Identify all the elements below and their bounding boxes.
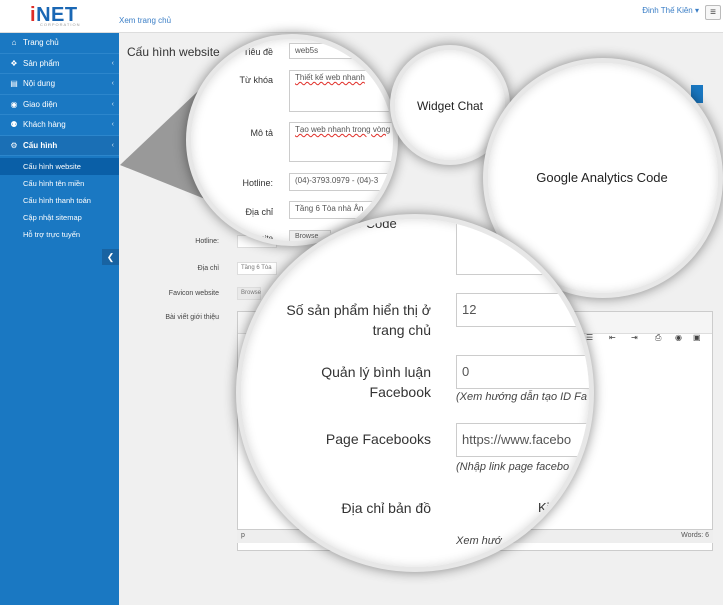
products-count-input[interactable]: 12 (456, 293, 589, 327)
sidebar-collapse: ❮ (0, 249, 119, 265)
list-icon[interactable]: ☰ (586, 333, 596, 342)
sidebar: ⌂ Trang chủ ❖ Sản phẩm ‹ ▤ Nội dung ‹ ◉ … (0, 33, 119, 605)
sidebar-item-customers[interactable]: ⚉ Khách hàng ‹ (0, 115, 119, 136)
sidebar-item-theme[interactable]: ◉ Giao diện ‹ (0, 95, 119, 115)
chevron-left-icon: ‹ (111, 59, 114, 67)
top-header: iNET CORPORATION Xem trang chủ Đinh Thế … (0, 0, 723, 33)
view-site-link[interactable]: Xem trang chủ (119, 16, 171, 25)
sidebar-item-label: Khách hàng (23, 120, 66, 130)
address-label: Địa chỉ (197, 265, 219, 272)
title-input[interactable]: web5s (289, 43, 393, 59)
home-icon: ⌂ (11, 38, 17, 48)
analytics-label-partial: ytics Code (336, 216, 397, 231)
sidebar-item-label: Sản phẩm (23, 58, 60, 68)
magnifier-main-settings: ytics Code Số sản phẩm hiển thị ở trang … (236, 214, 594, 572)
map-address-label: Địa chỉ bản đồ (341, 500, 431, 516)
gear-icon: ⚙ (10, 140, 18, 150)
logo-subtitle: CORPORATION (40, 22, 81, 27)
hamburger-menu-icon[interactable]: ≡ (705, 5, 721, 20)
products-count-label: Số sản phẩm hiển thị ở trang chủ (286, 302, 431, 338)
magnifier-form-fields: Tiêu đề web5s Từ khóa Thiết kế web nhanh… (186, 34, 398, 246)
fb-page-label: Page Facebooks (325, 431, 431, 447)
description-value: Tạo web nhanh trong vòng (295, 125, 391, 134)
sidebar-item-products[interactable]: ❖ Sản phẩm ‹ (0, 54, 119, 74)
users-icon: ⚉ (10, 120, 18, 130)
word-count: Words: 6 (681, 532, 709, 539)
submenu-online-support[interactable]: Hỗ trợ trực tuyến (0, 226, 119, 243)
submenu-domain-config[interactable]: Cấu hình tên miền (0, 175, 119, 192)
map-hint[interactable]: Xem hướ (456, 535, 501, 547)
sidebar-item-label: Trang chủ (23, 38, 59, 48)
address-input[interactable]: Tầng 6 Tòa (237, 262, 277, 275)
analytics-textarea[interactable] (456, 221, 589, 275)
fb-comments-hint[interactable]: (Xem hướng dẫn tạo ID Fa (456, 391, 587, 403)
sidebar-item-label: Cấu hình (23, 140, 58, 150)
user-menu[interactable]: Đinh Thế Kiên ▾ (642, 6, 699, 15)
sidebar-item-label: Giao diện (23, 99, 58, 109)
fb-comments-input[interactable]: 0 (456, 355, 589, 389)
fb-page-hint: (Nhập link page facebo (456, 461, 570, 473)
sidebar-item-label: Nội dung (23, 79, 56, 89)
address-label: Địa chỉ (245, 207, 273, 217)
cubes-icon: ❖ (10, 58, 18, 68)
submenu-payment-config[interactable]: Cấu hình thanh toán (0, 192, 119, 209)
keywords-value: Thiết kế web nhanh (295, 73, 365, 82)
chevron-left-icon: ‹ (111, 80, 114, 87)
sidebar-item-home[interactable]: ⌂ Trang chủ (0, 33, 119, 54)
editor-path: p (241, 532, 245, 539)
print-icon[interactable]: ⎙ (655, 333, 665, 342)
hotline-input[interactable]: (04)-3793.0979 - (04)-3 (289, 173, 393, 191)
preview-icon[interactable]: ◉ (675, 333, 685, 342)
media-icon[interactable]: ▣ (693, 333, 703, 342)
description-textarea[interactable]: Tạo web nhanh trong vòng (289, 122, 393, 162)
chevron-left-icon: ‹ (111, 100, 114, 108)
favicon-browse-button[interactable]: Browse (237, 287, 261, 300)
outdent-icon[interactable]: ⇤ (609, 333, 619, 342)
intro-label: Bài viết giới thiệu (165, 314, 219, 321)
chevron-left-icon: ‹ (111, 121, 114, 128)
fb-comments-label: Quản lý bình luận Facebook (321, 364, 431, 400)
chevron-down-icon: ‹ (111, 141, 114, 149)
hotline-label: Hotline: (242, 178, 273, 188)
description-label: Mô tả (250, 128, 273, 138)
indent-icon[interactable]: ⇥ (631, 333, 641, 342)
keywords-label: Từ khóa (239, 75, 273, 85)
fb-page-input[interactable]: https://www.facebo (456, 423, 589, 457)
submenu-sitemap[interactable]: Cập nhật sitemap (0, 209, 119, 226)
submenu-website-config[interactable]: Cấu hình website (0, 158, 119, 175)
title-label: Tiêu đề (243, 47, 273, 57)
sidebar-item-content[interactable]: ▤ Nội dung ‹ (0, 74, 119, 95)
sidebar-item-settings[interactable]: ⚙ Cấu hình ‹ (0, 135, 119, 156)
analytics-label: Google Analytics Code (536, 170, 668, 185)
eye-icon: ◉ (10, 99, 18, 109)
map-address-value: Ki (538, 500, 550, 515)
collapse-sidebar-icon[interactable]: ❮ (102, 249, 119, 265)
document-icon: ▤ (10, 79, 18, 89)
settings-submenu: Cấu hình website Cấu hình tên miền Cấu h… (0, 156, 119, 243)
favicon-label: Favicon website (168, 290, 219, 297)
widget-chat-label: Widget Chat (416, 99, 484, 113)
keywords-textarea[interactable]: Thiết kế web nhanh (289, 70, 393, 112)
